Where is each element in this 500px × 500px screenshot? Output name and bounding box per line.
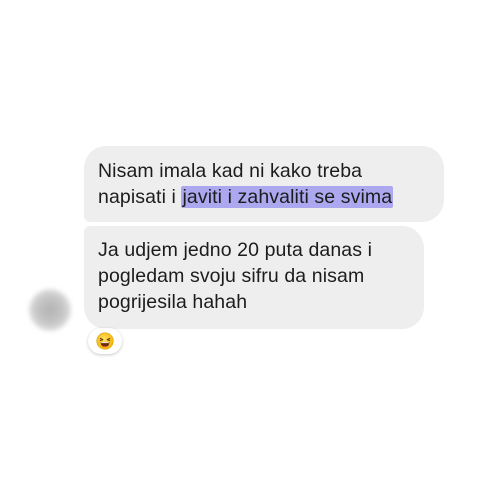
message-2-line-2: pogledam svoju sifru da nisam (98, 265, 365, 287)
laughing-face-emoji-icon (96, 332, 114, 350)
message-bubble-2[interactable]: Ja udjem jedno 20 puta danas i pogledam … (84, 226, 424, 329)
message-1-line-2: napisati i javiti i zahvaliti se svima (98, 184, 444, 210)
message-2-line-1: Ja udjem jedno 20 puta danas i (98, 239, 373, 261)
chat-thread: Nisam imala kad ni kako treba napisati i… (0, 0, 500, 500)
selected-text-highlight[interactable]: javiti i zahvaliti se svima (181, 186, 394, 208)
message-bubble-1[interactable]: Nisam imala kad ni kako treba napisati i… (84, 146, 444, 222)
message-1-line-2-prefix: napisati i (98, 186, 182, 208)
avatar[interactable] (29, 289, 71, 331)
message-1-line-1: Nisam imala kad ni kako treba (98, 160, 363, 182)
message-reaction[interactable] (88, 328, 122, 354)
message-2-line-3: pogrijesila hahah (98, 291, 248, 313)
